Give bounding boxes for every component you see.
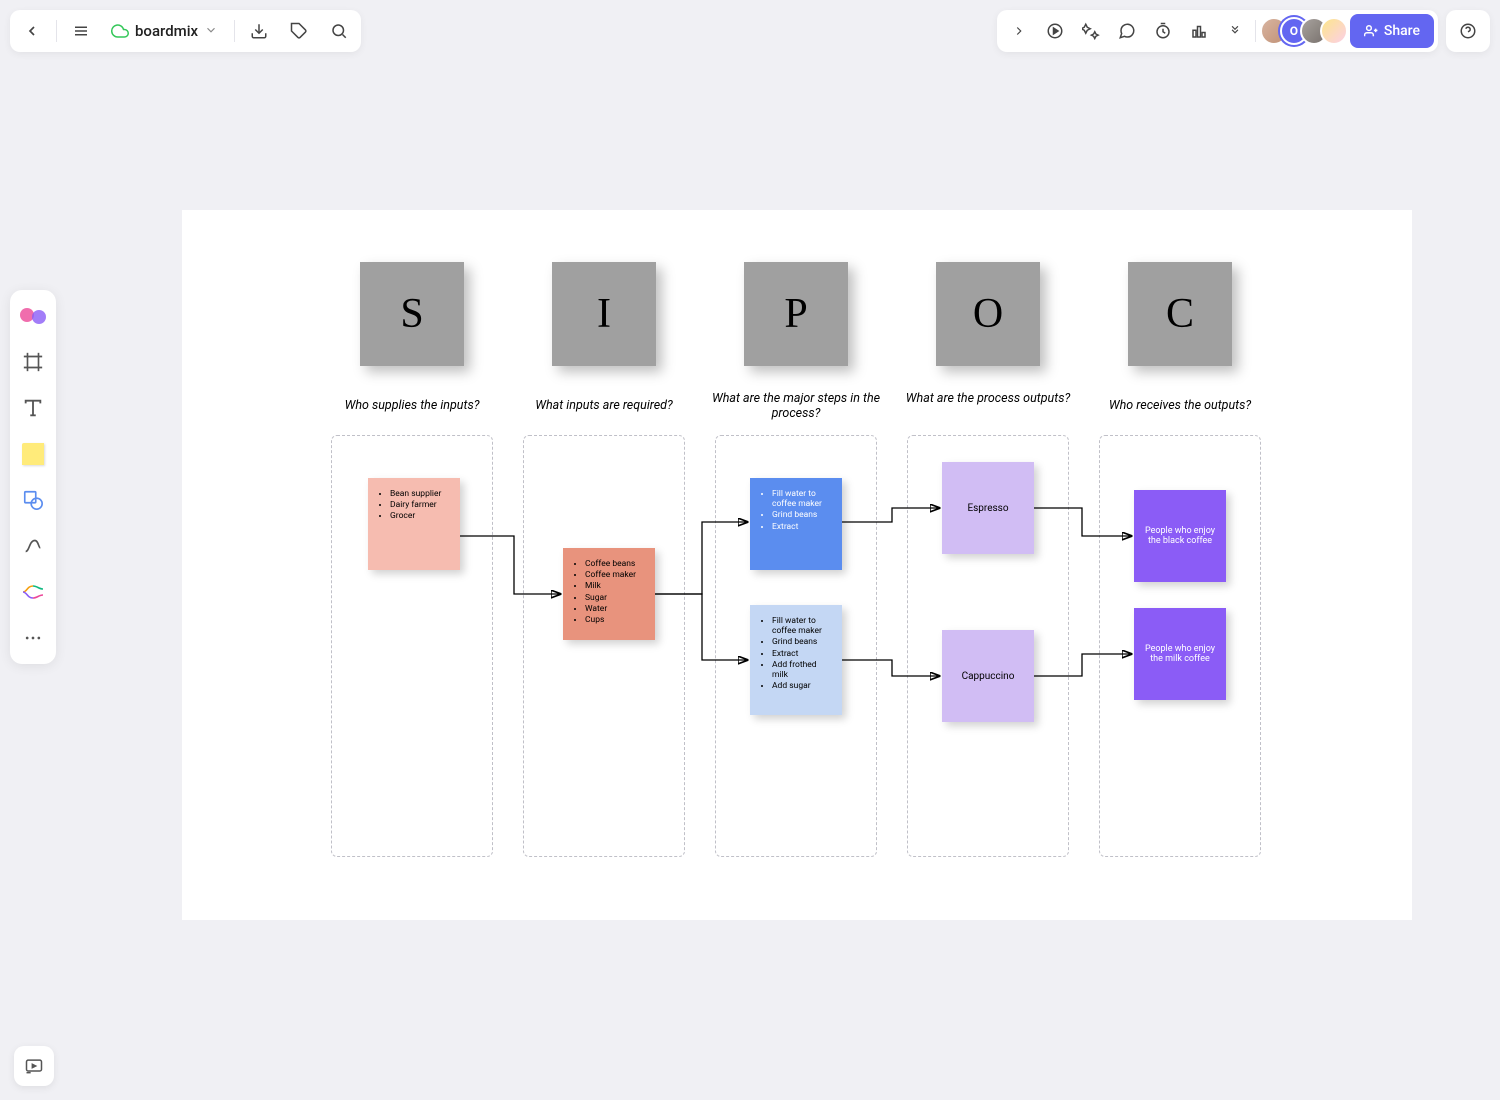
note-customer-espresso[interactable]: People who enjoy the black coffee — [1134, 490, 1226, 582]
note-text: Cappuccino — [962, 671, 1015, 682]
note-customer-cappuccino[interactable]: People who enjoy the milk coffee — [1134, 608, 1226, 700]
note-suppliers[interactable]: Bean supplier Dairy farmer Grocer — [368, 478, 460, 570]
canvas-frame[interactable]: S I P O C Who supplies the inputs? What … — [182, 210, 1412, 920]
divider — [234, 20, 235, 42]
menu-button[interactable] — [63, 13, 99, 49]
slides-button[interactable] — [14, 1046, 54, 1086]
list-item: Coffee beans — [585, 559, 647, 569]
sipoc-header-p[interactable]: P — [744, 262, 848, 366]
note-text: Espresso — [967, 503, 1008, 514]
sipoc-question-c[interactable]: Who receives the outputs? — [1080, 398, 1280, 413]
sipoc-header-o[interactable]: O — [936, 262, 1040, 366]
shape-tool[interactable] — [17, 484, 49, 516]
chevron-right-icon[interactable] — [1001, 13, 1037, 49]
mindmap-tool[interactable] — [17, 576, 49, 608]
list-item: Add frothed milk — [772, 660, 834, 680]
toolbar-left: boardmix — [10, 10, 361, 52]
tag-button[interactable] — [281, 13, 317, 49]
note-output-cappuccino[interactable]: Cappuccino — [942, 630, 1034, 722]
list-item: Add sugar — [772, 681, 834, 691]
list-item: Grocer — [390, 511, 452, 521]
search-button[interactable] — [321, 13, 357, 49]
templates-tool[interactable] — [17, 300, 49, 332]
note-text: People who enjoy the black coffee — [1142, 526, 1218, 546]
list-item: Extract — [772, 522, 834, 532]
sipoc-question-s[interactable]: Who supplies the inputs? — [312, 398, 512, 413]
sipoc-header-i[interactable]: I — [552, 262, 656, 366]
document-title: boardmix — [135, 22, 198, 40]
list-item: Water — [585, 604, 647, 614]
presentation-tools: O Share — [997, 10, 1438, 52]
help-group — [1446, 10, 1490, 52]
share-icon — [1364, 24, 1378, 38]
note-process-cappuccino[interactable]: Fill water to coffee maker Grind beans E… — [750, 605, 842, 715]
divider — [1255, 20, 1256, 42]
back-button[interactable] — [14, 13, 50, 49]
chevron-down-icon — [204, 22, 218, 41]
sipoc-lane-i[interactable] — [523, 435, 685, 857]
list-item: Milk — [585, 581, 647, 591]
sipoc-question-p[interactable]: What are the major steps in the process? — [696, 391, 896, 421]
divider — [56, 20, 57, 42]
comment-button[interactable] — [1109, 13, 1145, 49]
avatar-letter: O — [1290, 24, 1298, 38]
sticky-note-tool[interactable] — [17, 438, 49, 470]
help-button[interactable] — [1450, 13, 1486, 49]
timer-button[interactable] — [1145, 13, 1181, 49]
sipoc-question-i[interactable]: What inputs are required? — [504, 398, 704, 413]
share-label: Share — [1384, 23, 1420, 39]
sipoc-question-o[interactable]: What are the process outputs? — [888, 391, 1088, 406]
list-item: Bean supplier — [390, 489, 452, 499]
vote-button[interactable] — [1181, 13, 1217, 49]
more-tools[interactable] — [17, 622, 49, 654]
connector-tool[interactable] — [17, 530, 49, 562]
list-item: Grind beans — [772, 510, 834, 520]
note-inputs[interactable]: Coffee beans Coffee maker Milk Sugar Wat… — [563, 548, 655, 640]
collaborator-avatars[interactable]: O — [1258, 17, 1350, 45]
share-button[interactable]: Share — [1350, 14, 1434, 48]
tool-sidebar — [10, 290, 56, 664]
sipoc-header-c[interactable]: C — [1128, 262, 1232, 366]
text-tool[interactable] — [17, 392, 49, 424]
more-tools-button[interactable] — [1217, 13, 1253, 49]
list-item: Coffee maker — [585, 570, 647, 580]
frame-tool[interactable] — [17, 346, 49, 378]
sipoc-header-s[interactable]: S — [360, 262, 464, 366]
download-button[interactable] — [241, 13, 277, 49]
list-item: Sugar — [585, 593, 647, 603]
note-text: People who enjoy the milk coffee — [1142, 644, 1218, 664]
avatar[interactable] — [1320, 17, 1348, 45]
list-item: Fill water to coffee maker — [772, 616, 834, 636]
list-item: Extract — [772, 649, 834, 659]
cloud-sync-icon — [111, 22, 129, 40]
list-item: Grind beans — [772, 637, 834, 647]
note-process-espresso[interactable]: Fill water to coffee maker Grind beans E… — [750, 478, 842, 570]
list-item: Fill water to coffee maker — [772, 489, 834, 509]
toolbar-right: O Share — [997, 10, 1490, 52]
list-item: Cups — [585, 615, 647, 625]
sparkle-button[interactable] — [1073, 13, 1109, 49]
note-output-espresso[interactable]: Espresso — [942, 462, 1034, 554]
play-button[interactable] — [1037, 13, 1073, 49]
document-title-chip[interactable]: boardmix — [103, 13, 228, 49]
list-item: Dairy farmer — [390, 500, 452, 510]
